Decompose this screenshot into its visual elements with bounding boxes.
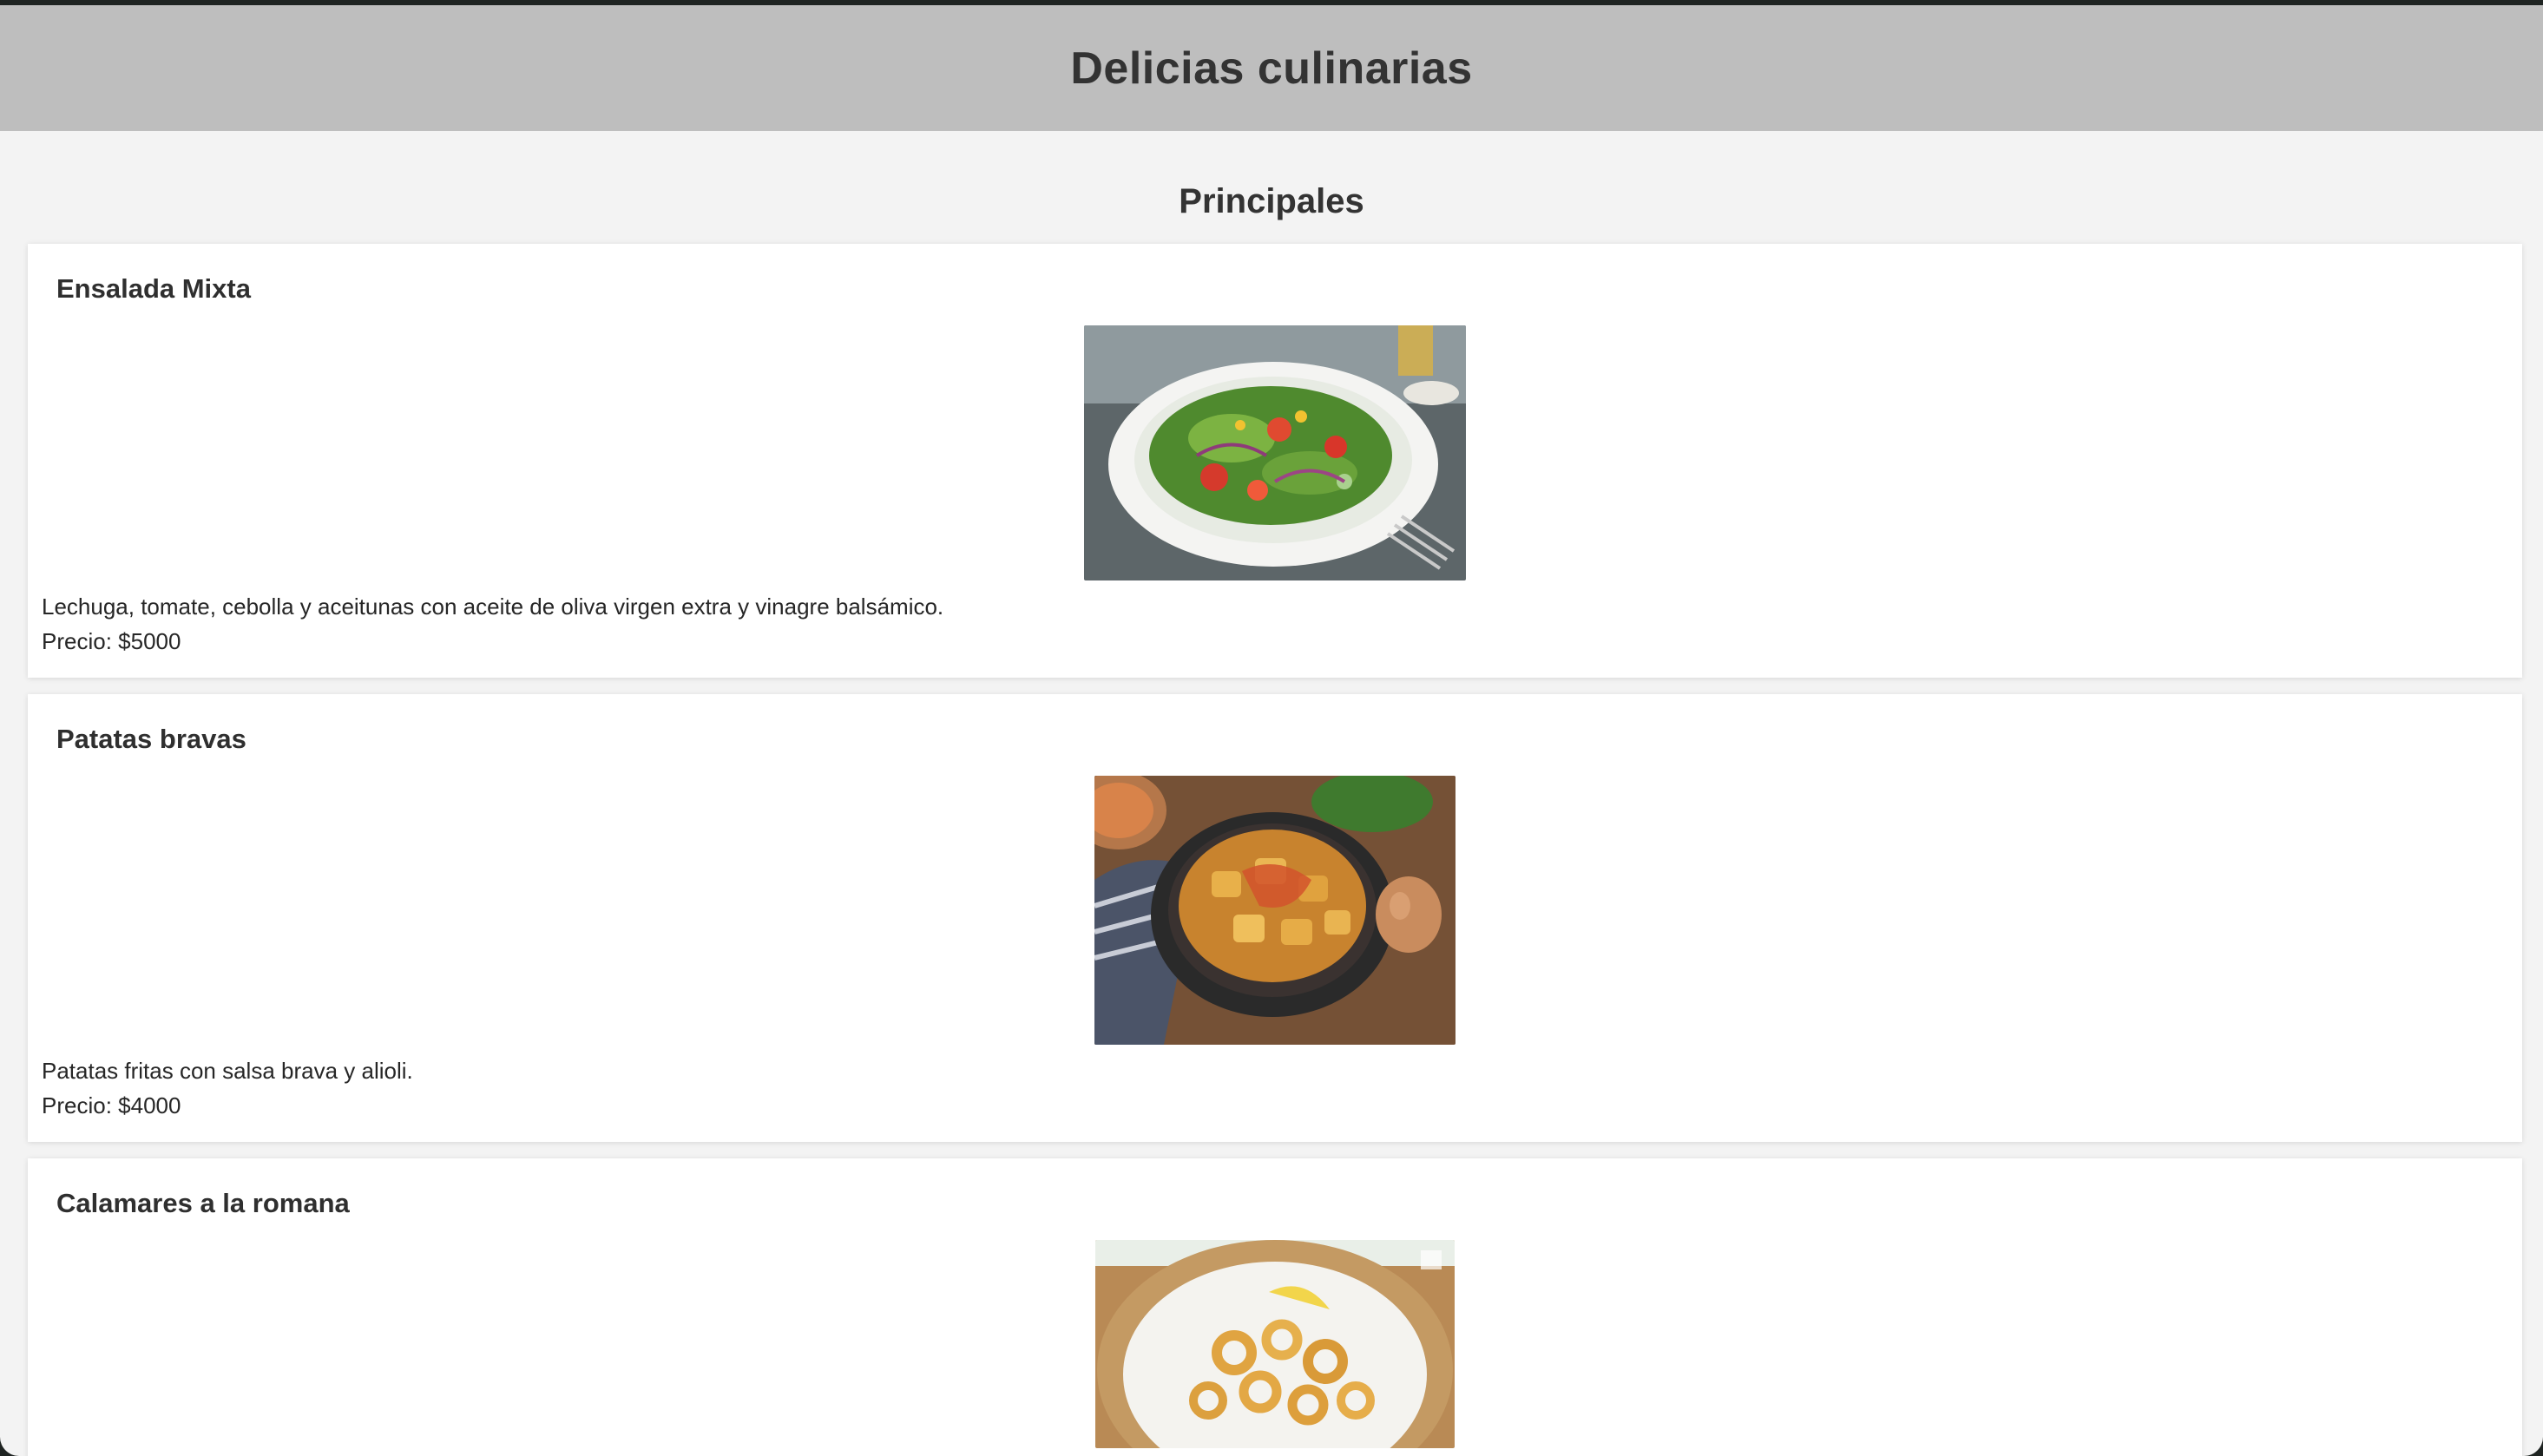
menu-list: Ensalada Mixta Lechuga, tomate, cebolla … (0, 244, 2543, 1456)
menu-item-calamares: Calamares a la romana (28, 1158, 2522, 1456)
patatas-bravas-photo (1094, 776, 1455, 1045)
dish-price: Precio: $5000 (42, 628, 181, 654)
menu-item-ensalada-mixta: Ensalada Mixta Lechuga, tomate, cebolla … (28, 244, 2522, 678)
dish-description: Patatas fritas con salsa brava y alioli. (42, 1058, 413, 1084)
dish-name: Ensalada Mixta (56, 273, 251, 304)
dish-name: Calamares a la romana (56, 1188, 350, 1218)
dish-description: Lechuga, tomate, cebolla y aceitunas con… (42, 594, 944, 620)
section-title: Principales (1179, 182, 1364, 220)
dish-price: Precio: $4000 (42, 1092, 181, 1118)
menu-item-patatas-bravas: Patatas bravas Patatas fritas con salsa … (28, 694, 2522, 1142)
site-header: Delicias culinarias (0, 5, 2543, 131)
site-title: Delicias culinarias (1070, 43, 1473, 94)
calamares-photo (1095, 1240, 1455, 1448)
salad-photo (1084, 325, 1466, 580)
page-viewport: Delicias culinarias Principales Ensalada… (0, 5, 2543, 1456)
dish-name: Patatas bravas (56, 724, 246, 754)
